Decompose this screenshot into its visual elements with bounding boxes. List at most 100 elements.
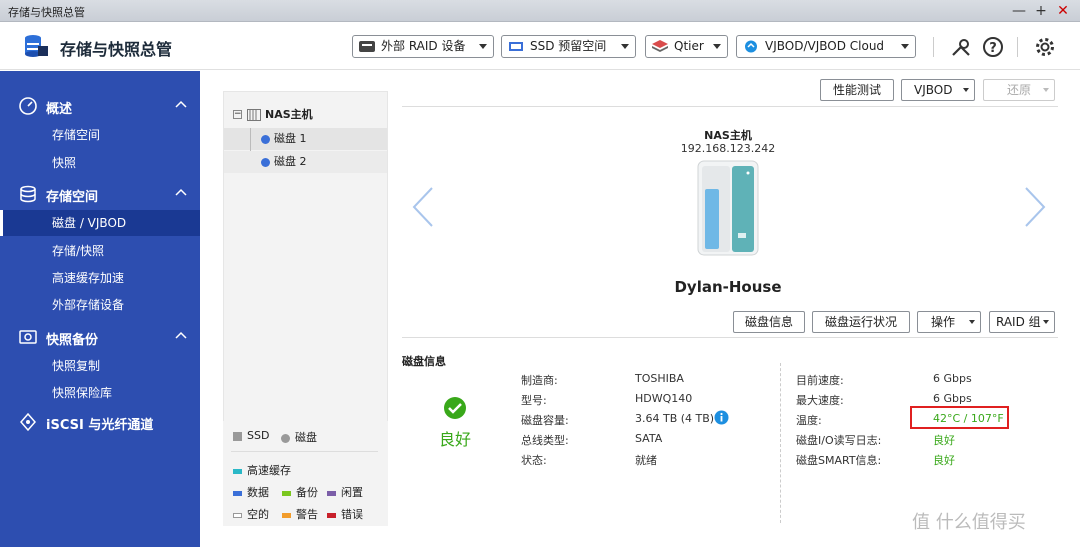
legend-label: 警告	[296, 508, 318, 521]
tools-icon[interactable]	[949, 35, 973, 59]
qtier-dropdown[interactable]: Qtier	[645, 35, 728, 58]
sidebar-item-disk-vjbod[interactable]: 磁盘 / VJBOD	[0, 210, 200, 236]
raid-group-label: RAID 组	[996, 315, 1041, 329]
header-divider	[1017, 37, 1018, 57]
collapse-icon[interactable]: −	[233, 110, 242, 119]
chevron-up-icon[interactable]	[174, 329, 188, 343]
legend-label: 磁盘	[295, 431, 317, 444]
legend-error: 错误	[327, 506, 363, 522]
chevron-down-icon	[963, 88, 969, 92]
max-speed-label: 最大速度:	[796, 394, 844, 407]
chevron-up-icon[interactable]	[174, 186, 188, 200]
sidebar-section-storage[interactable]: 存储空间	[0, 180, 200, 208]
sidebar-item-cache[interactable]: 高速缓存加速	[0, 265, 200, 291]
vjbod-label: VJBOD	[914, 83, 953, 97]
legend-idle: 闲置	[327, 484, 363, 500]
sidebar-item-storage-snapshot[interactable]: 存储/快照	[0, 238, 200, 264]
qtier-label: Qtier	[674, 39, 704, 53]
raid-icon	[359, 41, 375, 52]
sidebar-item-snapshot-vault[interactable]: 快照保险库	[0, 380, 200, 406]
app-title: 存储与快照总管	[60, 40, 173, 59]
data-swatch	[233, 490, 242, 496]
sidebar-section-overview[interactable]: 概述	[0, 92, 200, 120]
sidebar-item-snapshot[interactable]: 快照	[0, 150, 200, 176]
model-value: HDWQ140	[635, 392, 693, 405]
toolbar-divider	[402, 106, 1058, 107]
legend-label: 闲置	[341, 486, 363, 499]
sidebar-item-external-storage[interactable]: 外部存储设备	[0, 292, 200, 318]
legend-ssd: SSD	[233, 429, 269, 442]
model-label: 型号:	[521, 394, 547, 407]
operation-dropdown[interactable]: 操作	[917, 311, 981, 333]
next-arrow-icon[interactable]	[1020, 184, 1050, 230]
perf-test-button[interactable]: 性能测试	[820, 79, 894, 101]
sidebar: 概述 存储空间 快照 存储空间 磁盘 / VJBOD 存储/快照 高速缓存加速 …	[0, 71, 200, 547]
disk-info-button[interactable]: 磁盘信息	[733, 311, 805, 333]
ssd-icon	[509, 42, 523, 51]
minimize-button[interactable]: —	[1010, 2, 1028, 20]
manufacturer-label: 制造商:	[521, 374, 558, 387]
restore-dropdown[interactable]: 还原	[983, 79, 1055, 101]
chevron-down-icon	[713, 44, 721, 49]
tree-item-disk-2[interactable]: 磁盘 2	[224, 151, 387, 173]
ssd-square-icon	[233, 431, 242, 441]
watermark: 值 什么值得买	[912, 512, 1026, 533]
io-log-value: 良好	[933, 434, 955, 447]
legend-disk: 磁盘	[281, 429, 317, 445]
tree-item-disk-1[interactable]: 磁盘 1	[224, 128, 387, 172]
qtier-icon	[652, 40, 668, 52]
vjbod-cloud-dropdown[interactable]: VJBOD/VJBOD Cloud	[736, 35, 916, 58]
chevron-down-icon	[969, 320, 975, 324]
tree-root-nas[interactable]: − NAS主机	[224, 104, 387, 126]
help-icon[interactable]: ?	[981, 35, 1005, 59]
disk-status-text: 良好	[438, 430, 471, 449]
main-content: − NAS主机 磁盘 1 磁盘 2 SSD 磁盘 高速缓存 数据 备份 闲置 空…	[200, 71, 1080, 547]
legend-label: 备份	[296, 486, 318, 499]
sidebar-section-label: 概述	[46, 102, 73, 117]
legend-label: 数据	[247, 486, 269, 499]
external-raid-dropdown[interactable]: 外部 RAID 设备	[352, 35, 494, 58]
tree-item-label: 磁盘 1	[274, 132, 307, 145]
ssd-reserve-dropdown[interactable]: SSD 预留空间	[501, 35, 636, 58]
chevron-down-icon	[621, 44, 629, 49]
svg-text:?: ?	[989, 41, 997, 56]
sidebar-section-iscsi[interactable]: iSCSI 与光纤通道	[0, 408, 200, 436]
warning-swatch	[282, 512, 291, 518]
app-logo-icon	[25, 35, 48, 57]
external-raid-label: 外部 RAID 设备	[381, 39, 466, 53]
info-icon[interactable]	[714, 410, 729, 425]
device-name: Dylan-House	[674, 278, 782, 296]
close-button[interactable]: ✕	[1054, 2, 1072, 20]
sidebar-item-storage[interactable]: 存储空间	[0, 122, 200, 148]
disk-health-button[interactable]: 磁盘运行状况	[812, 311, 910, 333]
column-divider	[780, 363, 781, 523]
legend-label: 高速缓存	[247, 464, 291, 477]
ssd-reserve-label: SSD 预留空间	[530, 39, 607, 53]
vjbod-dropdown[interactable]: VJBOD	[901, 79, 975, 101]
sidebar-section-snapshot-backup[interactable]: 快照备份	[0, 323, 200, 351]
previous-arrow-icon[interactable]	[408, 184, 438, 230]
vjbod-cloud-icon	[745, 40, 757, 53]
current-speed-label: 目前速度:	[796, 374, 844, 387]
legend-label: 错误	[341, 508, 363, 521]
capacity-value: 3.64 TB (4 TB)	[635, 412, 715, 425]
chevron-up-icon[interactable]	[174, 98, 188, 112]
device-ip: 192.168.123.242	[680, 142, 776, 155]
tree-root-label: NAS主机	[265, 108, 313, 121]
legend-divider	[231, 451, 378, 452]
iscsi-icon	[20, 412, 36, 432]
chevron-down-icon	[901, 44, 909, 49]
legend-backup: 备份	[282, 484, 318, 500]
legend: SSD 磁盘 高速缓存 数据 备份 闲置 空的 警告 错误	[223, 421, 388, 526]
maximize-button[interactable]: +	[1032, 2, 1050, 20]
smart-info-value: 良好	[933, 454, 955, 467]
sidebar-item-snapshot-replica[interactable]: 快照复制	[0, 353, 200, 379]
legend-cache: 高速缓存	[233, 462, 291, 478]
disk-info-title: 磁盘信息	[402, 355, 446, 368]
legend-empty: 空的	[233, 506, 269, 522]
bus-type-label: 总线类型:	[521, 434, 569, 447]
settings-icon[interactable]	[1033, 35, 1057, 59]
sidebar-section-label: iSCSI 与光纤通道	[46, 418, 154, 433]
raid-group-dropdown[interactable]: RAID 组	[989, 311, 1055, 333]
temperature-label: 温度:	[796, 414, 822, 427]
